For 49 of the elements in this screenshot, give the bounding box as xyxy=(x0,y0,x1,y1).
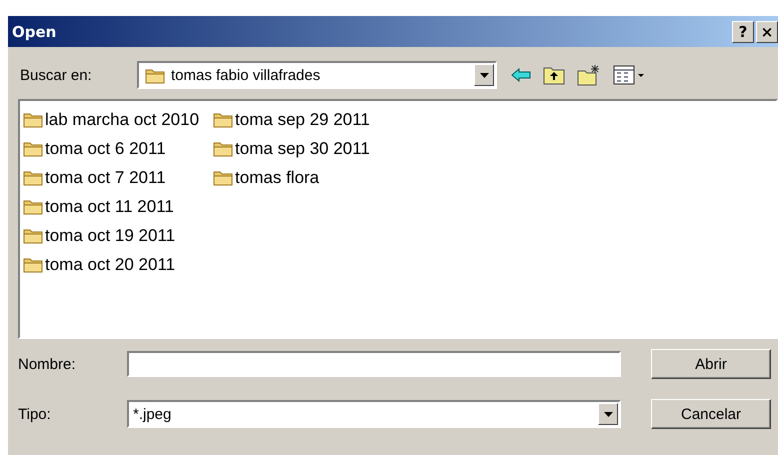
folder-item[interactable]: toma oct 20 2011 xyxy=(23,250,200,279)
folder-item[interactable]: toma oct 19 2011 xyxy=(23,221,200,250)
folder-icon xyxy=(23,256,43,273)
caret-icon xyxy=(604,412,612,416)
folder-name: toma sep 29 2011 xyxy=(235,110,370,130)
file-name-label: Nombre: xyxy=(18,356,77,372)
look-in-value: tomas fabio villafrades xyxy=(171,66,322,84)
folder-item[interactable]: lab marcha oct 2010 xyxy=(23,105,200,134)
window-title: Open xyxy=(12,22,56,40)
folder-icon xyxy=(213,140,234,157)
folder-name: lab marcha oct 2010 xyxy=(45,110,200,130)
file-type-value: *.jpeg xyxy=(133,406,172,422)
folder-name: toma oct 7 2011 xyxy=(45,168,166,188)
folder-item[interactable]: toma sep 30 2011 xyxy=(213,134,370,163)
look-in-dropdown[interactable]: tomas fabio villafrades xyxy=(137,61,497,89)
caret-icon xyxy=(480,72,488,78)
folder-icon xyxy=(23,227,43,244)
folder-name: toma oct 6 2011 xyxy=(45,138,166,158)
folder-name: toma sep 30 2011 xyxy=(235,138,370,158)
folder-name: toma oct 20 2011 xyxy=(45,254,176,274)
close-button[interactable]: × xyxy=(756,20,778,42)
look-in-label: Buscar en: xyxy=(20,66,93,84)
back-arrow-icon[interactable] xyxy=(511,68,531,82)
folder-icon xyxy=(213,169,234,186)
folder-item[interactable]: toma oct 7 2011 xyxy=(23,163,200,192)
new-folder-icon[interactable] xyxy=(577,64,601,86)
file-type-dropdown[interactable]: *.jpeg xyxy=(127,400,621,428)
help-button[interactable]: ? xyxy=(732,20,754,42)
folder-item[interactable]: toma oct 11 2011 xyxy=(23,192,200,221)
cancel-button[interactable]: Cancelar xyxy=(651,399,771,429)
folder-icon xyxy=(23,140,43,157)
folder-item[interactable]: tomas flora xyxy=(213,163,370,192)
folder-icon xyxy=(23,111,43,128)
folder-name: toma oct 11 2011 xyxy=(45,196,174,216)
dropdown-button[interactable] xyxy=(598,403,618,425)
folder-item[interactable]: toma sep 29 2011 xyxy=(213,105,370,134)
folder-icon xyxy=(213,111,234,128)
view-menu-icon[interactable] xyxy=(613,65,645,85)
up-folder-icon[interactable] xyxy=(543,65,565,85)
file-type-label: Tipo: xyxy=(18,406,52,422)
folder-name: tomas flora xyxy=(235,168,320,188)
dropdown-button[interactable] xyxy=(474,64,494,86)
open-button[interactable]: Abrir xyxy=(651,349,771,379)
folder-icon xyxy=(145,66,165,84)
file-name-field[interactable] xyxy=(127,351,621,377)
folder-icon xyxy=(23,198,43,215)
folder-icon xyxy=(23,169,43,186)
folder-name: toma oct 19 2011 xyxy=(45,226,176,246)
folder-item[interactable]: toma oct 6 2011 xyxy=(23,134,200,163)
